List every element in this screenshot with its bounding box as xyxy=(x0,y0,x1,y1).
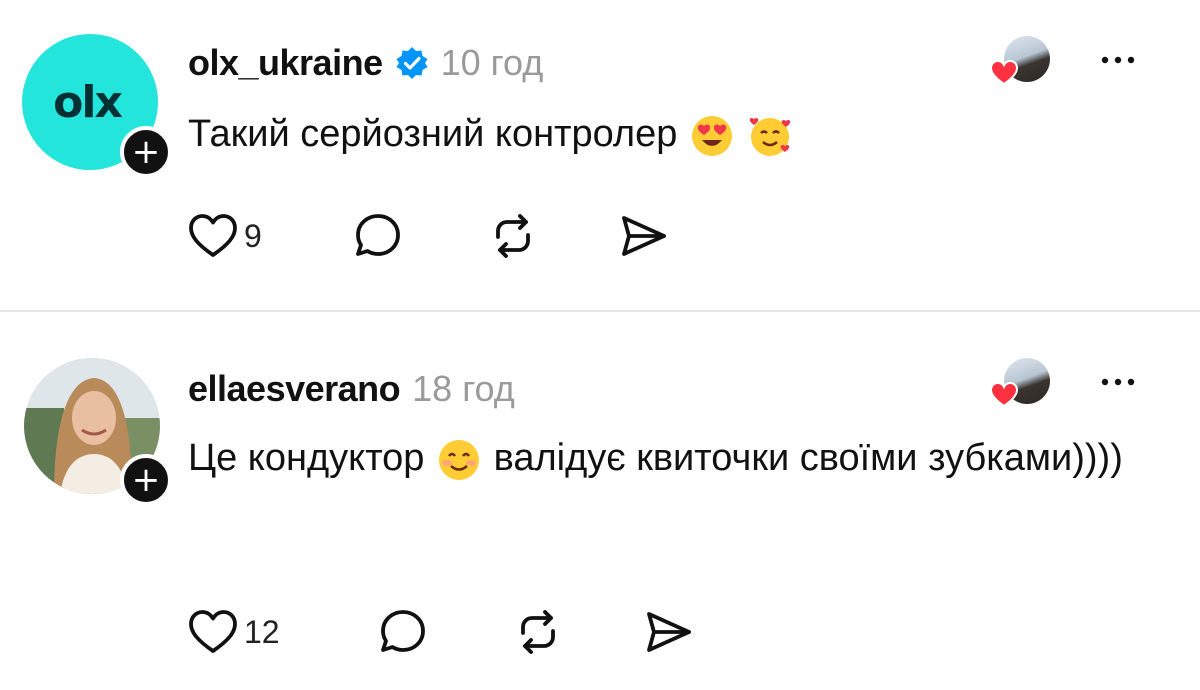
post-text-content: Такий серйозний контролер xyxy=(188,113,678,155)
repost-button[interactable] xyxy=(488,211,618,261)
comment-icon xyxy=(381,610,425,652)
liked-by-author xyxy=(990,358,1054,414)
like-button[interactable]: 12 xyxy=(188,609,378,655)
verified-badge-icon xyxy=(396,47,428,79)
repost-button[interactable] xyxy=(513,607,643,657)
plus-icon: + xyxy=(131,460,161,500)
heart-icon xyxy=(990,60,1018,86)
comment-icon xyxy=(356,214,400,256)
heart-icon xyxy=(189,214,237,257)
more-icon[interactable] xyxy=(1098,372,1138,392)
post-text-content: валідує квиточки своїми зубками)))) xyxy=(493,437,1123,479)
follow-button[interactable]: + xyxy=(120,126,172,178)
timestamp: 18 год xyxy=(412,368,515,409)
heart-eyes-emoji-icon xyxy=(691,115,732,156)
comment-button[interactable] xyxy=(353,211,488,261)
smiling-face-with-hearts-emoji-icon xyxy=(750,117,791,156)
username[interactable]: ellaesverano xyxy=(188,368,401,410)
post-header: olx_ukraine 10 год xyxy=(188,38,543,88)
replies-feed: olx + olx_ukraine 10 год Такий серйозний… xyxy=(0,0,1200,690)
smiling-face-emoji-icon xyxy=(439,439,480,480)
heart-icon xyxy=(990,382,1018,408)
share-icon xyxy=(622,216,666,256)
plus-icon: + xyxy=(131,132,161,172)
share-button[interactable] xyxy=(643,607,695,657)
more-icon[interactable] xyxy=(1098,50,1138,70)
olx-logo: olx xyxy=(53,76,123,128)
reply-post[interactable]: olx + olx_ukraine 10 год Такий серйозний… xyxy=(0,0,1200,310)
reply-post[interactable]: + ellaesverano 18 год Це кондуктор валід… xyxy=(0,312,1200,690)
share-button[interactable] xyxy=(618,211,670,261)
liked-by-author xyxy=(990,36,1054,92)
comment-button[interactable] xyxy=(378,607,513,657)
repost-icon xyxy=(521,610,555,654)
like-count: 12 xyxy=(244,613,280,650)
timestamp: 10 год xyxy=(440,42,544,83)
post-text-content: Це кондуктор xyxy=(188,437,425,479)
share-icon xyxy=(647,612,691,652)
repost-icon xyxy=(496,214,530,258)
follow-button[interactable]: + xyxy=(120,454,172,506)
post-header: ellaesverano 18 год xyxy=(188,364,515,414)
post-text: Це кондуктор валідує квиточки своїми зуб… xyxy=(188,428,1128,488)
post-actions: 12 xyxy=(188,604,695,660)
username[interactable]: olx_ukraine xyxy=(188,42,383,84)
post-actions: 9 xyxy=(188,208,670,264)
like-button[interactable]: 9 xyxy=(188,213,353,259)
post-text: Такий серйозний контролер xyxy=(188,104,1128,164)
heart-icon xyxy=(189,610,237,653)
like-count: 9 xyxy=(244,217,262,254)
